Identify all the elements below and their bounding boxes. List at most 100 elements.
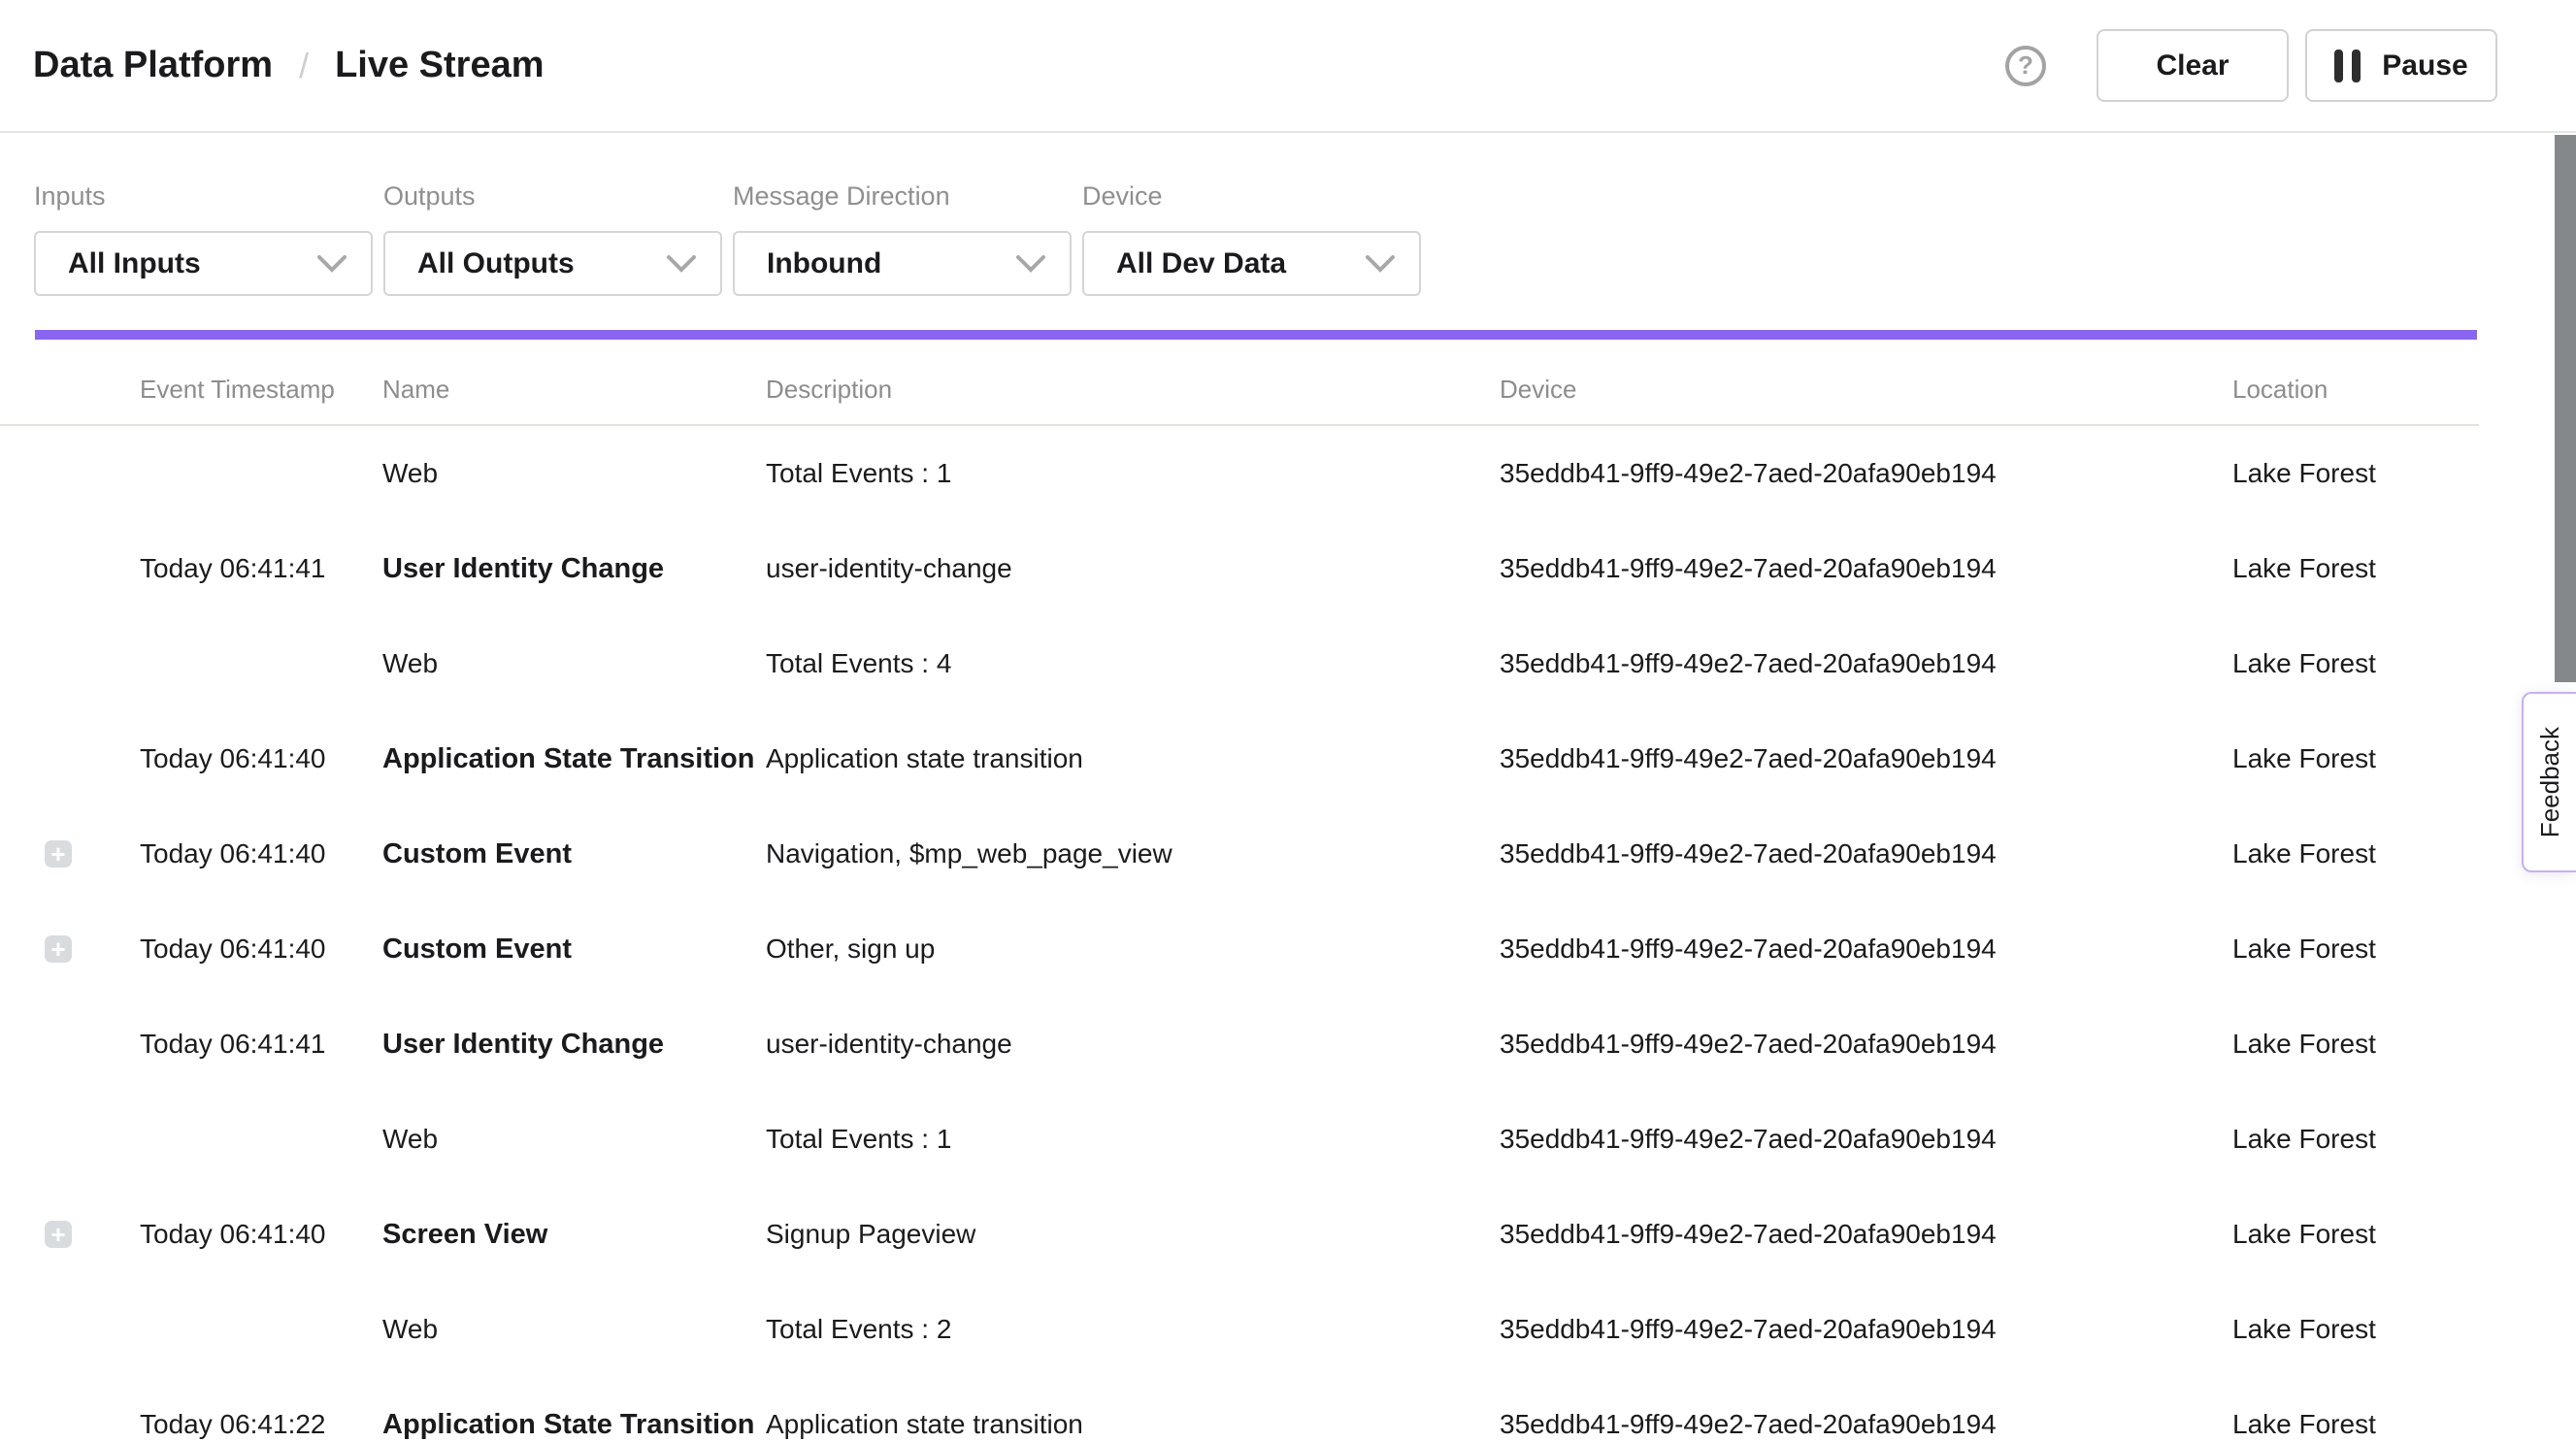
expand-icon[interactable]: + xyxy=(45,1221,72,1248)
filter-outputs: Outputs All Outputs xyxy=(383,181,722,296)
event-timestamp: Today 06:41:22 xyxy=(140,1409,382,1440)
feedback-tab[interactable]: Feedback xyxy=(2522,692,2576,872)
table-body: WebTotal Events : 135eddb41-9ff9-49e2-7a… xyxy=(0,426,2576,1442)
question-mark-glyph: ? xyxy=(2018,50,2033,81)
event-name: User Identity Change xyxy=(382,1029,766,1061)
scrollbar-thumb[interactable] xyxy=(2555,135,2576,682)
page-title: Live Stream xyxy=(335,45,544,86)
expand-icon[interactable]: + xyxy=(45,840,72,868)
column-header-timestamp: Event Timestamp xyxy=(140,375,382,405)
filter-bar: Inputs All Inputs Outputs All Outputs Me… xyxy=(0,133,2576,296)
breadcrumb: Data Platform / Live Stream xyxy=(33,45,545,86)
event-description: user-identity-change xyxy=(766,1029,1500,1060)
event-location: Lake Forest xyxy=(2232,1219,2576,1250)
event-description: Other, sign up xyxy=(766,934,1500,965)
event-name: User Identity Change xyxy=(382,553,766,585)
pause-button-label: Pause xyxy=(2382,49,2467,82)
chevron-down-icon xyxy=(316,254,347,274)
event-description: Total Events : 4 xyxy=(766,648,1500,679)
event-device: 35eddb41-9ff9-49e2-7aed-20afa90eb194 xyxy=(1500,743,2232,774)
chevron-down-icon xyxy=(666,254,697,274)
filter-device: Device All Dev Data xyxy=(1082,181,1421,296)
table-row: + Today 06:41:40Screen ViewSignup Pagevie… xyxy=(0,1187,2576,1282)
column-header-description: Description xyxy=(766,375,1500,405)
message-direction-select[interactable]: Inbound xyxy=(733,231,1072,296)
column-header-location: Location xyxy=(2232,375,2479,405)
event-location: Lake Forest xyxy=(2232,1124,2576,1155)
table-row: Today 06:41:41User Identity Changeuser-i… xyxy=(0,521,2576,616)
table-row: +Today 06:41:40Custom EventNavigation, $… xyxy=(0,806,2576,901)
event-device: 35eddb41-9ff9-49e2-7aed-20afa90eb194 xyxy=(1500,1409,2232,1440)
filter-message-direction: Message Direction Inbound xyxy=(733,181,1072,296)
table-row: WebTotal Events : 135eddb41-9ff9-49e2-7a… xyxy=(0,426,2576,521)
event-location: Lake Forest xyxy=(2232,458,2576,489)
table-row: Today 06:41:22Application State Transiti… xyxy=(0,1377,2576,1442)
event-name: Web xyxy=(382,648,766,679)
device-select[interactable]: All Dev Data xyxy=(1082,231,1421,296)
event-description: Total Events : 1 xyxy=(766,458,1500,489)
device-select-value: All Dev Data xyxy=(1116,247,1286,280)
event-timestamp: Today 06:41:40 xyxy=(140,1219,382,1250)
event-device: 35eddb41-9ff9-49e2-7aed-20afa90eb194 xyxy=(1500,648,2232,679)
event-device: 35eddb41-9ff9-49e2-7aed-20afa90eb194 xyxy=(1500,838,2232,869)
breadcrumb-root[interactable]: Data Platform xyxy=(33,45,273,86)
event-name: Application State Transition xyxy=(382,1409,766,1441)
inputs-select-value: All Inputs xyxy=(68,247,201,280)
table-row: + Today 06:41:40Custom EventOther, sign u… xyxy=(0,901,2576,997)
chevron-down-icon xyxy=(1365,254,1396,274)
pause-button[interactable]: Pause xyxy=(2305,29,2497,102)
event-location: Lake Forest xyxy=(2232,1409,2576,1440)
breadcrumb-separator: / xyxy=(299,46,309,86)
event-timestamp: Today 06:41:40 xyxy=(140,838,382,869)
outputs-select[interactable]: All Outputs xyxy=(383,231,722,296)
event-name: Web xyxy=(382,458,766,489)
event-description: Signup Pageview xyxy=(766,1219,1500,1250)
event-device: 35eddb41-9ff9-49e2-7aed-20afa90eb194 xyxy=(1500,1314,2232,1345)
event-location: Lake Forest xyxy=(2232,934,2576,965)
help-icon[interactable]: ? xyxy=(2005,46,2046,86)
table-row: WebTotal Events : 135eddb41-9ff9-49e2-7a… xyxy=(0,1092,2576,1187)
page-header: Data Platform / Live Stream ? Clear Paus… xyxy=(0,0,2576,133)
event-name: Web xyxy=(382,1314,766,1345)
column-header-name: Name xyxy=(382,375,766,405)
clear-button-label: Clear xyxy=(2156,49,2229,82)
filter-label: Message Direction xyxy=(733,181,1072,212)
event-location: Lake Forest xyxy=(2232,648,2576,679)
event-location: Lake Forest xyxy=(2232,553,2576,584)
feedback-tab-label: Feedback xyxy=(2535,727,2565,837)
event-location: Lake Forest xyxy=(2232,1029,2576,1060)
event-description: Application state transition xyxy=(766,743,1500,774)
outputs-select-value: All Outputs xyxy=(417,247,575,280)
event-location: Lake Forest xyxy=(2232,1314,2576,1345)
event-timestamp: Today 06:41:40 xyxy=(140,934,382,965)
event-name: Web xyxy=(382,1124,766,1155)
event-device: 35eddb41-9ff9-49e2-7aed-20afa90eb194 xyxy=(1500,934,2232,965)
event-device: 35eddb41-9ff9-49e2-7aed-20afa90eb194 xyxy=(1500,1029,2232,1060)
table-row: Today 06:41:41User Identity Changeuser-i… xyxy=(0,997,2576,1092)
message-direction-select-value: Inbound xyxy=(767,247,881,280)
event-name: Screen View xyxy=(382,1219,766,1251)
filter-label: Device xyxy=(1082,181,1421,212)
event-description: Navigation, $mp_web_page_view xyxy=(766,838,1500,869)
event-device: 35eddb41-9ff9-49e2-7aed-20afa90eb194 xyxy=(1500,458,2232,489)
event-timestamp: Today 06:41:41 xyxy=(140,1029,382,1060)
filter-inputs: Inputs All Inputs xyxy=(34,181,373,296)
filter-label: Inputs xyxy=(34,181,373,212)
event-description: user-identity-change xyxy=(766,553,1500,584)
event-timestamp: Today 06:41:41 xyxy=(140,553,382,584)
events-table: Event Timestamp Name Description Device … xyxy=(0,340,2576,1442)
chevron-down-icon xyxy=(1015,254,1046,274)
table-row: WebTotal Events : 435eddb41-9ff9-49e2-7a… xyxy=(0,616,2576,711)
event-description: Total Events : 2 xyxy=(766,1314,1500,1345)
event-name: Custom Event xyxy=(382,934,766,966)
table-row: Today 06:41:40Application State Transiti… xyxy=(0,711,2576,806)
expand-icon[interactable]: + xyxy=(45,935,72,963)
event-description: Application state transition xyxy=(766,1409,1500,1440)
inputs-select[interactable]: All Inputs xyxy=(34,231,373,296)
clear-button[interactable]: Clear xyxy=(2097,29,2289,102)
column-header-device: Device xyxy=(1500,375,2232,405)
table-header-row: Event Timestamp Name Description Device … xyxy=(0,340,2479,426)
table-row: WebTotal Events : 235eddb41-9ff9-49e2-7a… xyxy=(0,1282,2576,1377)
event-name: Application State Transition xyxy=(382,743,766,775)
filter-label: Outputs xyxy=(383,181,722,212)
